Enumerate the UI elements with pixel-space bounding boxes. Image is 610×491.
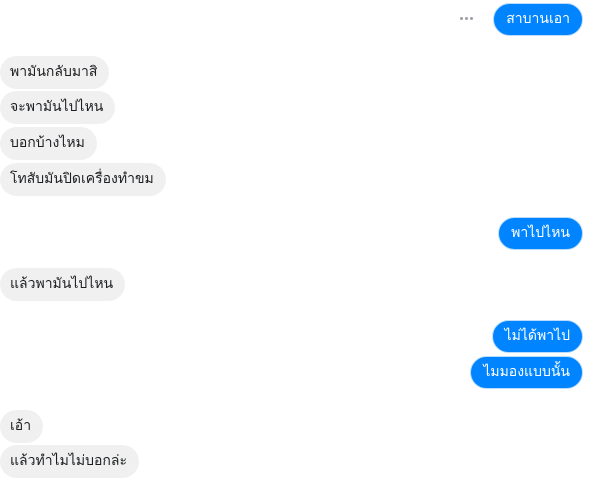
incoming-message[interactable]: จะพามันไปไหน	[0, 91, 116, 124]
incoming-message[interactable]: เอ้า	[0, 410, 44, 443]
more-options-icon[interactable]	[456, 8, 476, 28]
dot	[459, 16, 463, 20]
chat-thread: สาบานเอา พามันกลับมาสิ จะพามันไปไหน บอกบ…	[0, 0, 610, 491]
outgoing-message[interactable]: พาไปไหน	[498, 217, 583, 250]
incoming-message[interactable]: บอกบ้างไหม	[0, 127, 97, 160]
outgoing-message[interactable]: ไมมองแบบนั้น	[470, 356, 583, 389]
incoming-message[interactable]: โทสับมันปิดเครื่องทำขม	[0, 163, 166, 196]
dot	[464, 16, 468, 20]
incoming-message[interactable]: แล้วทำไมไม่บอกล่ะ	[0, 445, 139, 478]
outgoing-message[interactable]: สาบานเอา	[493, 3, 583, 36]
outgoing-message[interactable]: ไม่ได้พาไป	[491, 320, 583, 353]
dot	[469, 16, 473, 20]
incoming-message[interactable]: พามันกลับมาสิ	[0, 56, 110, 89]
incoming-message[interactable]: แล้วพามันไปไหน	[0, 268, 126, 301]
